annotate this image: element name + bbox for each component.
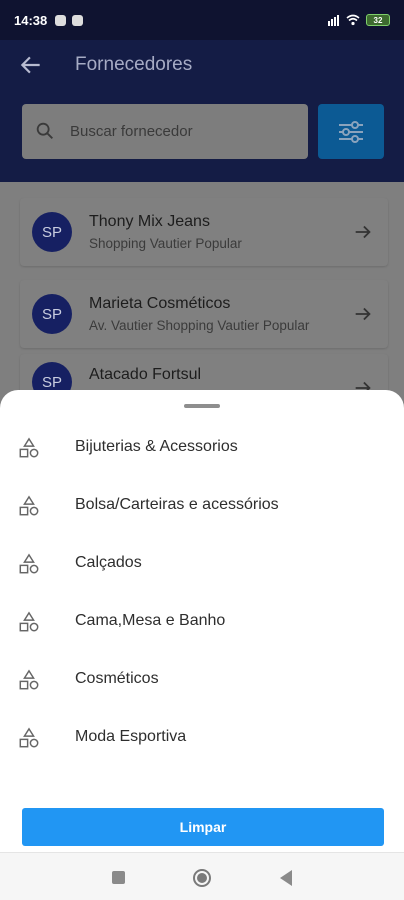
search-input[interactable] (70, 104, 300, 159)
category-label: Cosméticos (75, 670, 159, 687)
category-item[interactable]: Cama,Mesa e Banho (0, 592, 404, 650)
clear-button[interactable]: Limpar (22, 808, 384, 846)
filter-button[interactable] (318, 104, 384, 159)
shapes-icon (19, 669, 39, 690)
supplier-address: Av. Vautier Shopping Vautier Popular (89, 318, 310, 333)
category-item[interactable]: Bolsa/Carteiras e acessórios (0, 476, 404, 534)
notification-icon (72, 14, 84, 26)
category-label: Moda Esportiva (75, 728, 187, 745)
signal-icon (328, 15, 339, 26)
category-item[interactable]: Cosméticos (0, 650, 404, 708)
drag-handle[interactable] (184, 404, 220, 408)
category-label: Calçados (75, 554, 142, 571)
app-header: Fornecedores (0, 40, 404, 182)
back-arrow-icon[interactable] (18, 52, 44, 78)
shapes-icon (19, 553, 39, 574)
battery-icon: 32 (366, 14, 390, 26)
category-item[interactable]: Calçados (0, 534, 404, 592)
category-label: Cama,Mesa e Banho (75, 612, 226, 629)
supplier-card[interactable]: SP Thony Mix Jeans Shopping Vautier Popu… (20, 198, 388, 266)
category-list[interactable]: Bijuterias & Acessorios Bolsa/Carteiras … (0, 418, 404, 790)
supplier-name: Atacado Fortsul (89, 366, 202, 383)
supplier-avatar: SP (32, 294, 72, 334)
page-title: Fornecedores (75, 54, 193, 75)
notification-icon (55, 14, 67, 26)
category-item[interactable]: Bijuterias & Acessorios (0, 418, 404, 476)
supplier-address: Shopping Vautier Popular (89, 236, 242, 251)
recent-apps-icon[interactable] (112, 871, 125, 884)
status-time: 14:38 (14, 12, 48, 28)
home-icon[interactable] (193, 869, 211, 887)
supplier-name: Thony Mix Jeans (89, 213, 210, 230)
category-bottom-sheet: Bijuterias & Acessorios Bolsa/Carteiras … (0, 390, 404, 852)
status-icons: 32 (328, 14, 390, 26)
search-box[interactable] (22, 104, 308, 159)
search-icon (36, 122, 53, 139)
supplier-avatar: SP (32, 212, 72, 252)
shapes-icon (19, 495, 39, 516)
arrow-right-icon (355, 307, 371, 321)
shapes-icon (19, 727, 39, 748)
shapes-icon (19, 611, 39, 632)
shapes-icon (19, 437, 39, 458)
arrow-right-icon (355, 225, 371, 239)
category-label: Bijuterias & Acessorios (75, 438, 238, 455)
status-bar: 14:38 32 (0, 0, 404, 40)
filter-sliders-icon (339, 120, 363, 143)
nav-back-icon[interactable] (280, 870, 292, 886)
supplier-card[interactable]: SP Marieta Cosméticos Av. Vautier Shoppi… (20, 280, 388, 348)
category-label: Bolsa/Carteiras e acessórios (75, 496, 279, 513)
wifi-icon (346, 14, 360, 26)
category-item[interactable]: Moda Esportiva (0, 708, 404, 766)
system-nav-bar (0, 852, 404, 900)
supplier-name: Marieta Cosméticos (89, 295, 231, 312)
